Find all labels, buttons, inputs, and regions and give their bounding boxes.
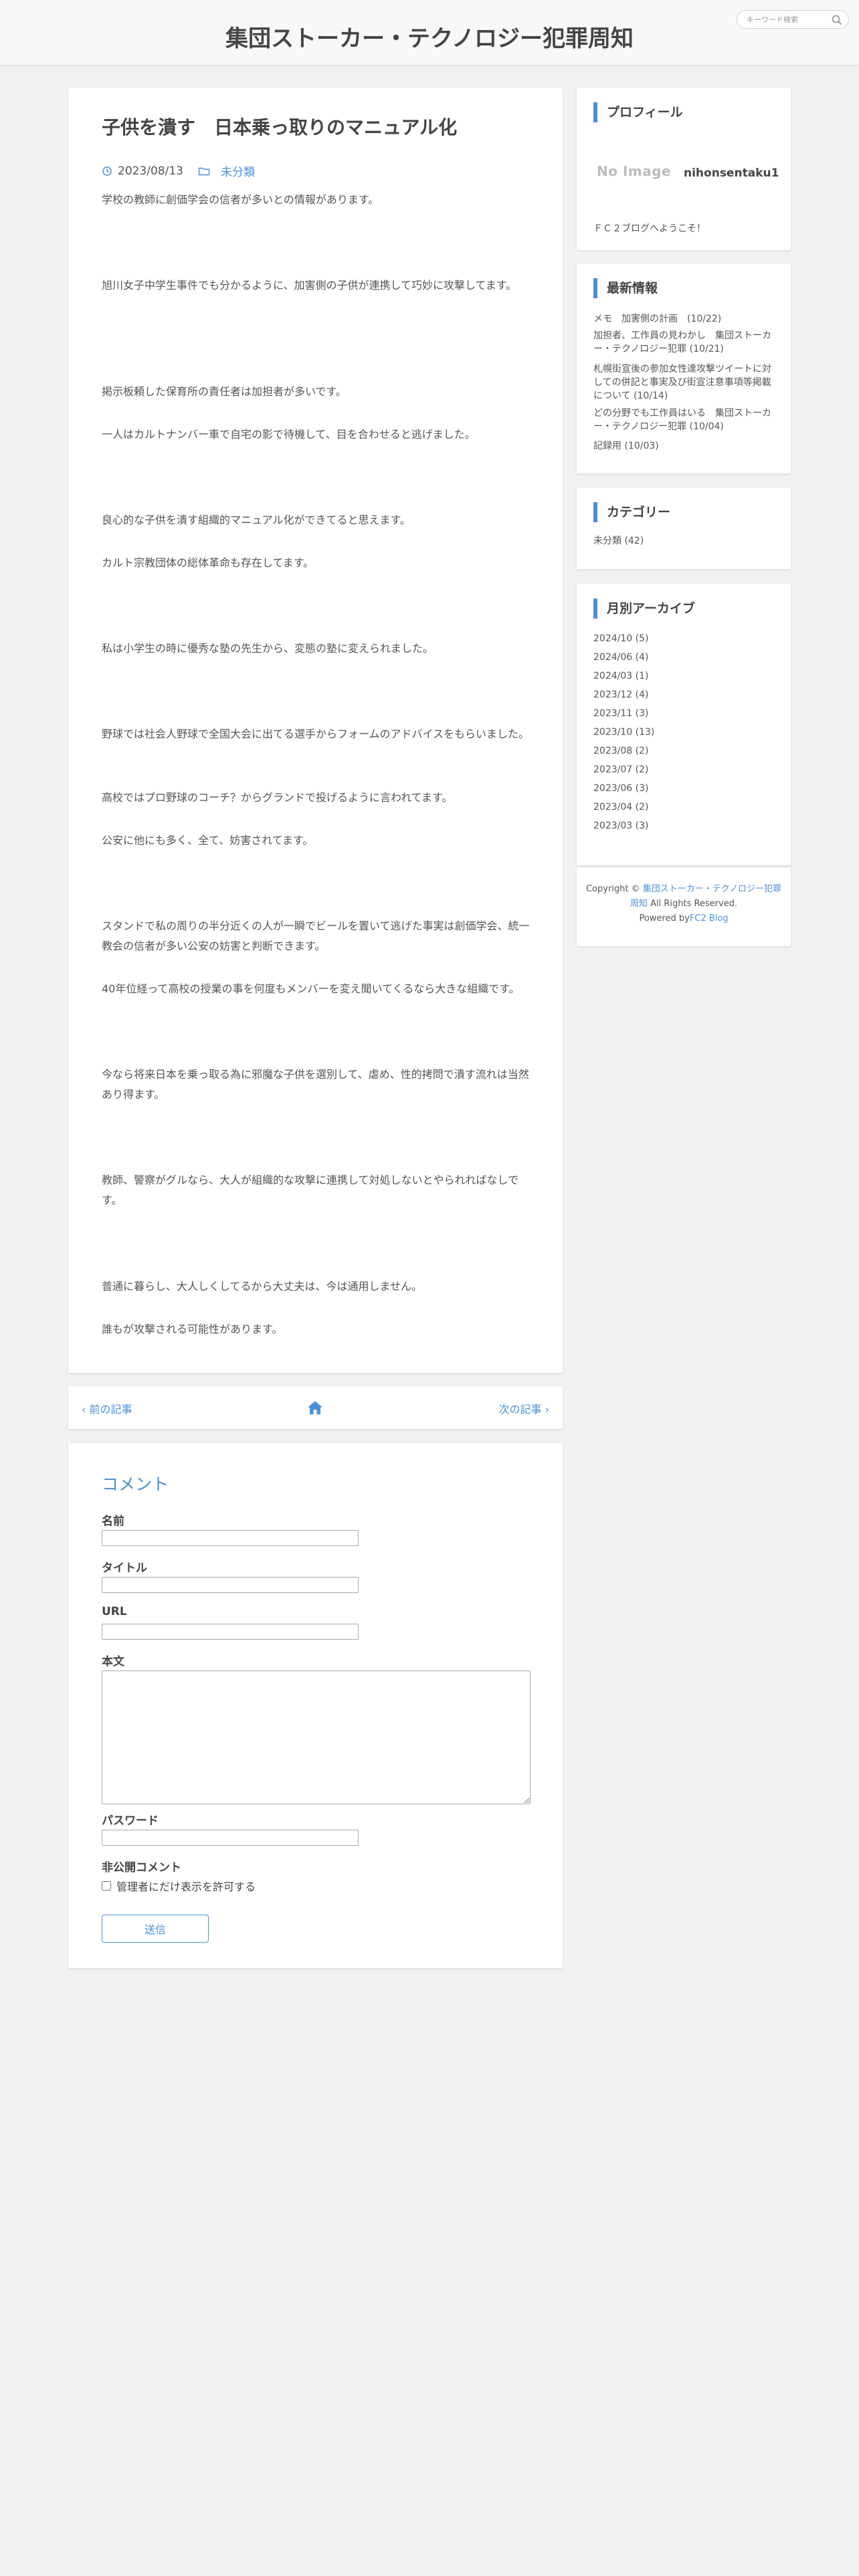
article-meta: 2023/08/13 未分類 — [102, 163, 255, 179]
article-paragraph: 普通に暮らし、大人しくしてるから大丈夫は、今は通用しません。 — [102, 1280, 423, 1293]
category-link[interactable]: 未分類 (42) — [593, 534, 777, 548]
post-navigation: ‹ 前の記事 次の記事 › — [68, 1386, 563, 1429]
profile-name: nihonsentaku1 — [684, 167, 779, 180]
profile-widget: プロフィール No Image nihonsentaku1 ＦＣ２ブログへようこ… — [577, 88, 791, 250]
home-icon[interactable] — [306, 1398, 324, 1417]
article-paragraph: 旭川女子中学生事件でも分かるように、加害側の子供が連携して巧妙に攻撃してます。 — [102, 279, 517, 292]
next-post-link[interactable]: 次の記事 › — [498, 1400, 549, 1416]
private-comment-checkbox[interactable] — [102, 1881, 111, 1891]
fc2-blog-link[interactable]: FC2 Blog — [690, 914, 729, 924]
archive-link[interactable]: 2024/06 (4) — [593, 651, 777, 664]
search-box[interactable] — [737, 10, 849, 29]
password-field[interactable] — [102, 1830, 359, 1846]
archive-link[interactable]: 2023/11 (3) — [593, 707, 777, 720]
archive-link[interactable]: 2023/03 (3) — [593, 819, 777, 833]
private-comment-label: 非公開コメント — [102, 1861, 181, 1874]
password-label: パスワード — [102, 1814, 159, 1828]
archive-link[interactable]: 2023/12 (4) — [593, 688, 777, 702]
article-paragraph: 良心的な子供を潰す組織的マニュアル化ができてると思えます。 — [102, 514, 411, 526]
site-title[interactable]: 集団ストーカー・テクノロジー犯罪周知 — [0, 20, 859, 53]
archive-widget: 月別アーカイブ 2024/10 (5) 2024/06 (4) 2024/03 … — [577, 584, 791, 865]
comment-form: コメント 名前 タイトル URL 本文 パスワード 非公開コメント 管理者にだけ… — [68, 1443, 563, 1968]
comment-heading: コメント — [102, 1475, 169, 1494]
private-comment-option[interactable]: 管理者にだけ表示を許可する — [102, 1878, 256, 1894]
search-input[interactable] — [747, 14, 827, 25]
footer-widget: Copyright © 集団ストーカー・テクノロジー犯罪周知 All Right… — [577, 867, 791, 946]
recent-post-link[interactable]: どの分野でも工作員はいる 集団ストーカー・テクノロジー犯罪 (10/04) — [593, 407, 777, 433]
article-paragraph: 40年位経って高校の授業の事を何度もメンバーを変え聞いてくるなら大きな組織です。 — [102, 982, 520, 995]
chevron-left-icon: ‹ — [82, 1403, 86, 1416]
search-icon[interactable] — [831, 14, 843, 26]
article-paragraph: 私は小学生の時に優秀な塾の先生から、変態の塾に変えられました。 — [102, 642, 434, 655]
recent-post-link[interactable]: 記録用 (10/03) — [593, 439, 777, 453]
archive-link[interactable]: 2023/10 (13) — [593, 726, 777, 739]
body-label: 本文 — [102, 1655, 124, 1669]
recent-posts-widget: 最新情報 メモ 加害側の計画 (10/22) 加担者、工作員の見わかし 集団スト… — [577, 263, 791, 473]
prev-post-link[interactable]: ‹ 前の記事 — [82, 1400, 132, 1416]
article-paragraph: カルト宗教団体の総体革命も存在してます。 — [102, 556, 314, 569]
title-label: タイトル — [102, 1562, 147, 1575]
article-paragraph: 公安に他にも多く、全て、妨害されてます。 — [102, 834, 314, 847]
chevron-right-icon: › — [545, 1403, 549, 1416]
article-paragraph: 一人はカルトナンバー車で自宅の影で待機して、目を合わせると逃げました。 — [102, 428, 476, 441]
site-header: 集団ストーカー・テクノロジー犯罪周知 — [0, 0, 859, 66]
article-paragraph: 学校の教師に創価学会の信者が多いとの情報があります。 — [102, 193, 379, 206]
article-paragraph: スタンドで私の周りの半分近くの人が一瞬でビールを置いて逃げた事実は創価学会、統一… — [102, 920, 530, 952]
title-field[interactable] — [102, 1577, 359, 1593]
recent-post-link[interactable]: 札幌街宣後の参加女性達攻撃ツイートに対しての併記と事実及び街宣注意事項等掲載につ… — [593, 362, 777, 403]
avatar: No Image — [597, 163, 672, 179]
archive-link[interactable]: 2024/03 (1) — [593, 669, 777, 683]
archive-link[interactable]: 2023/06 (3) — [593, 782, 777, 795]
archive-link[interactable]: 2023/04 (2) — [593, 800, 777, 814]
recent-post-link[interactable]: 加担者、工作員の見わかし 集団ストーカー・テクノロジー犯罪 (10/21) — [593, 329, 777, 356]
article-paragraph: 教師、警察がグルなら、大人が組織的な攻撃に連携して対処しないとやられればなしです… — [102, 1174, 519, 1206]
article-title: 子供を潰す 日本乗っ取りのマニュアル化 — [102, 116, 458, 138]
archive-heading: 月別アーカイブ — [593, 599, 695, 619]
profile-message: ＦＣ２ブログへようこそ！ — [593, 223, 706, 234]
folder-icon — [198, 167, 210, 175]
article-paragraph: 高校ではプロ野球のコーチ？からグランドで投げるように言われてます。 — [102, 791, 453, 804]
article-paragraph: 誰もが攻撃される可能性があります。 — [102, 1323, 283, 1335]
name-label: 名前 — [102, 1515, 124, 1528]
article-category-link[interactable]: 未分類 — [221, 163, 255, 179]
clock-icon — [102, 166, 112, 176]
archive-link[interactable]: 2023/07 (2) — [593, 763, 777, 776]
name-field[interactable] — [102, 1530, 359, 1546]
archive-link[interactable]: 2023/08 (2) — [593, 744, 777, 758]
copyright-text: Copyright © 集団ストーカー・テクノロジー犯罪周知 All Right… — [585, 884, 782, 924]
archive-link[interactable]: 2024/10 (5) — [593, 632, 777, 645]
article-paragraph: 今なら将来日本を乗っ取る為に邪魔な子供を選別して、虐め、性的拷問で潰す流れは当然… — [102, 1068, 529, 1101]
article-date: 2023/08/13 — [118, 164, 183, 178]
categories-heading: カテゴリー — [593, 502, 670, 522]
profile-heading: プロフィール — [593, 102, 683, 122]
article-paragraph: 野球では社会人野球で全国大会に出てる選手からフォームのアドバイスをもらいました。 — [102, 728, 530, 740]
article-card: 子供を潰す 日本乗っ取りのマニュアル化 2023/08/13 未分類 学校の教師… — [68, 88, 563, 1373]
categories-widget: カテゴリー 未分類 (42) — [577, 488, 791, 569]
body-textarea[interactable] — [102, 1671, 531, 1804]
article-paragraph: 掲示板頼した保育所の責任者は加担者が多いです。 — [102, 385, 347, 398]
submit-button[interactable]: 送信 — [102, 1915, 209, 1943]
url-field[interactable] — [102, 1624, 359, 1640]
recent-post-link[interactable]: メモ 加害側の計画 (10/22) — [593, 312, 777, 326]
recent-heading: 最新情報 — [593, 278, 658, 298]
url-label: URL — [102, 1605, 127, 1618]
